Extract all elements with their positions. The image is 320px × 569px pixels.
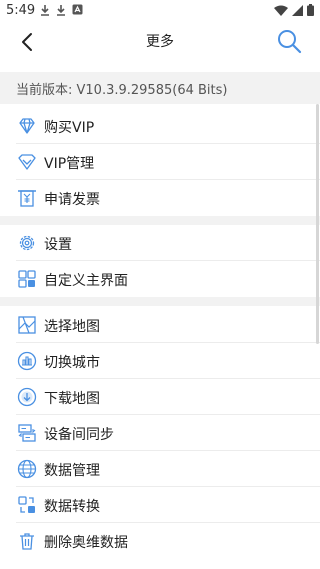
gear-icon <box>19 235 35 251</box>
diamond-icon <box>19 118 35 134</box>
menu-item-label: 数据管理 <box>44 463 100 479</box>
menu-item-label: 数据转换 <box>44 499 100 515</box>
invoice-icon <box>18 190 36 207</box>
menu-item-settings[interactable]: 设置 <box>0 225 320 261</box>
sync-icon <box>18 424 36 442</box>
scrollbar-thumb[interactable] <box>316 104 319 344</box>
menu-item-data-conversion[interactable]: 数据转换 <box>0 487 320 523</box>
wifi-icon <box>274 5 288 16</box>
cellular-icon <box>292 4 303 16</box>
menu-item-label: VIP管理 <box>44 156 95 172</box>
nav-bar: 更多 <box>0 22 320 62</box>
menu-item-buy-vip[interactable]: 购买VIP <box>0 108 320 144</box>
menu-item-label: 设置 <box>44 237 72 253</box>
page-title: 更多 <box>146 34 174 50</box>
back-arrow-icon[interactable] <box>16 30 40 54</box>
grid-layout-icon <box>18 270 36 288</box>
convert-icon <box>18 496 35 513</box>
menu-item-label: 自定义主界面 <box>44 273 128 289</box>
menu-item-label: 设备间同步 <box>44 427 114 443</box>
menu-item-select-map[interactable]: 选择地图 <box>0 307 320 343</box>
trash-icon <box>20 533 34 550</box>
menu-item-label: 申请发票 <box>44 192 100 208</box>
menu-item-download-map[interactable]: 下载地图 <box>0 379 320 415</box>
map-icon <box>18 316 36 334</box>
status-left-icons <box>40 4 83 16</box>
menu-item-label: 切换城市 <box>44 355 100 371</box>
menu-item-device-sync[interactable]: 设备间同步 <box>0 415 320 451</box>
menu-item-data-management[interactable]: 数据管理 <box>0 451 320 487</box>
status-right-icons <box>274 4 314 16</box>
status-bar: 5:49 <box>0 0 320 22</box>
download-icon <box>41 5 49 16</box>
menu-item-label: 下载地图 <box>44 391 100 407</box>
city-icon <box>17 351 37 371</box>
download-icon <box>57 5 65 16</box>
status-time: 5:49 <box>6 3 36 18</box>
menu-item-request-invoice[interactable]: 申请发票 <box>0 180 320 216</box>
section-separator <box>0 297 320 306</box>
version-text: 当前版本: V10.3.9.29585(64 Bits) <box>16 83 228 98</box>
menu-item-label: 选择地图 <box>44 319 100 335</box>
menu-item-label: 删除奥维数据 <box>44 535 128 551</box>
menu-item-label: 购买VIP <box>44 120 95 136</box>
menu-item-delete-ovital-data[interactable]: 删除奥维数据 <box>0 523 320 559</box>
search-icon[interactable] <box>276 28 302 54</box>
globe-icon <box>17 459 37 479</box>
download-circle-icon <box>17 387 37 407</box>
menu-item-customize-home[interactable]: 自定义主界面 <box>0 261 320 297</box>
version-band: 当前版本: V10.3.9.29585(64 Bits) <box>0 72 320 104</box>
notification-icon <box>72 4 83 15</box>
vip-badge-icon <box>18 154 36 170</box>
battery-icon <box>307 4 314 16</box>
section-separator <box>0 216 320 225</box>
menu-item-switch-city[interactable]: 切换城市 <box>0 343 320 379</box>
menu-item-vip-management[interactable]: VIP管理 <box>0 144 320 180</box>
